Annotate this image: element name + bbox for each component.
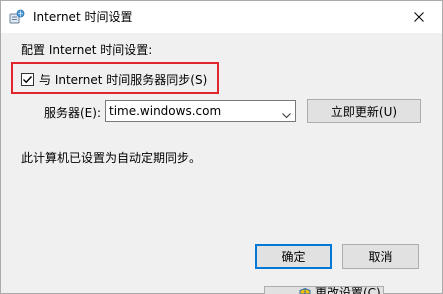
clock-globe-icon xyxy=(9,9,25,25)
checkmark-icon xyxy=(23,75,33,83)
sync-status-text: 此计算机已设置为自动定期同步。 xyxy=(21,151,202,165)
window-title: Internet 时间设置 xyxy=(33,10,133,24)
internet-time-settings-dialog: Internet 时间设置 配置 Internet 时间设置: 与 Intern… xyxy=(0,0,443,294)
cancel-button[interactable]: 取消 xyxy=(342,244,419,269)
server-label: 服务器(E): xyxy=(44,106,101,120)
dialog-body: 配置 Internet 时间设置: 与 Internet 时间服务器同步(S) … xyxy=(1,33,442,293)
close-button[interactable] xyxy=(396,1,442,33)
shield-icon xyxy=(299,287,311,294)
sync-checkbox-label: 与 Internet 时间服务器同步(S) xyxy=(39,72,208,87)
config-heading: 配置 Internet 时间设置: xyxy=(21,43,153,57)
ok-button[interactable]: 确定 xyxy=(255,244,332,269)
server-value[interactable]: time.windows.com xyxy=(109,103,221,119)
title-bar[interactable]: Internet 时间设置 xyxy=(1,1,442,33)
change-settings-button[interactable]: 更改设置(C) xyxy=(264,286,384,294)
sync-checkbox-row[interactable]: 与 Internet 时间服务器同步(S) xyxy=(21,71,207,87)
sync-checkbox[interactable] xyxy=(21,72,34,86)
update-now-button[interactable]: 立即更新(U) xyxy=(307,99,421,123)
server-combobox[interactable]: time.windows.com xyxy=(105,100,296,122)
chevron-down-icon[interactable] xyxy=(282,108,291,122)
close-icon xyxy=(414,12,424,22)
change-settings-label: 更改设置(C) xyxy=(315,286,381,294)
